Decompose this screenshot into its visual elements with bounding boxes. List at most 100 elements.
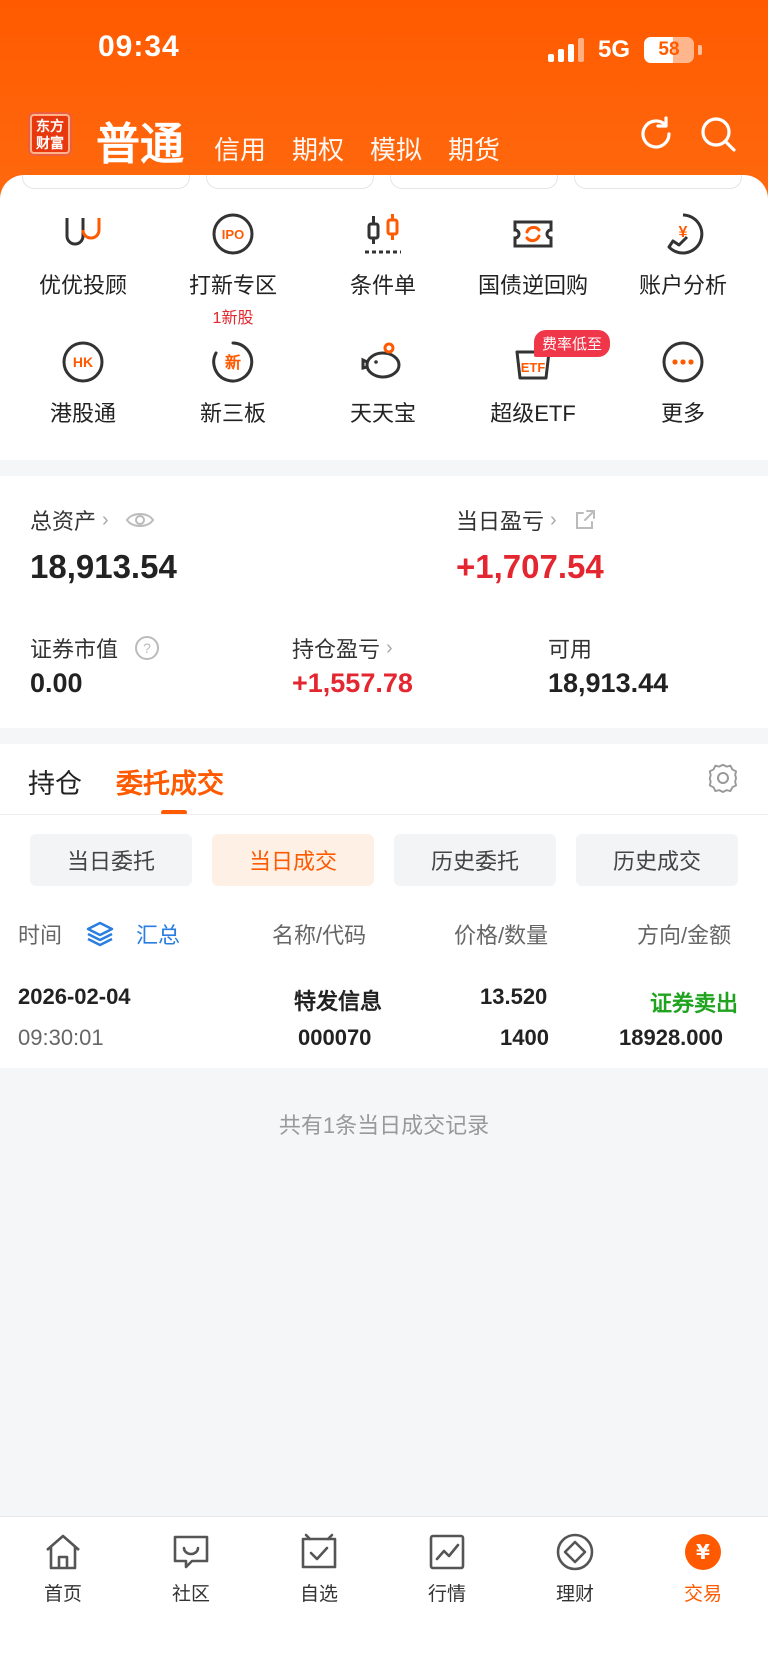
market-chart-icon [429, 1534, 465, 1570]
trade-amount: 18928.000 [619, 1025, 723, 1050]
watchlist-icon [301, 1533, 337, 1569]
filter-today-trades[interactable]: 当日成交 [212, 834, 374, 886]
new-board-icon: 新 [212, 341, 254, 383]
home-icon [46, 1534, 80, 1570]
piggy-bank-icon [361, 342, 401, 379]
total-assets-text: 总资产 [30, 509, 97, 534]
divider [0, 814, 768, 815]
brand-logo[interactable]: 东方 财富 [28, 112, 72, 156]
advisor-icon [65, 218, 101, 246]
grid-item-tiantianbao[interactable]: 天天宝 [308, 338, 458, 428]
community-icon [173, 1535, 209, 1569]
ipo-icon: IPO [212, 213, 254, 255]
nav-wealth[interactable]: 理财 [525, 1531, 625, 1606]
filter-today-orders[interactable]: 当日委托 [30, 834, 192, 886]
nav-label: 首页 [43, 1584, 82, 1605]
nav-watchlist[interactable]: 自选 [269, 1531, 369, 1606]
col-time: 时间 [18, 923, 63, 948]
available-value: 18,913.44 [548, 668, 669, 698]
grid-item-account-analysis[interactable]: ¥ 账户分析 [608, 210, 758, 300]
grid-item-ipo[interactable]: IPO 打新专区 1新股 [158, 210, 308, 328]
col-name-code: 名称/代码 [272, 923, 367, 948]
trade-time: 09:30:01 [18, 1025, 104, 1050]
nav-market[interactable]: 行情 [397, 1531, 497, 1606]
tab-credit[interactable]: 信用 [214, 130, 266, 167]
grid-label: 国债逆回购 [477, 273, 588, 298]
trade-date: 2026-02-04 [18, 984, 131, 1009]
nav-label: 理财 [555, 1584, 594, 1605]
summary-link[interactable]: 汇总 [136, 918, 180, 950]
eye-icon[interactable] [125, 509, 155, 531]
grid-item-more[interactable]: 更多 [608, 338, 758, 428]
nav-label: 社区 [171, 1584, 210, 1605]
tab-positions[interactable]: 持仓 [28, 762, 82, 801]
status-time: 09:34 [98, 30, 180, 63]
grid-item-bond-repo[interactable]: 国债逆回购 [458, 210, 608, 300]
market-value-label[interactable]: 证券市值 ? [30, 632, 160, 664]
external-link-icon[interactable] [573, 508, 597, 532]
grid-item-new-third-board[interactable]: 新 新三板 [158, 338, 308, 428]
svg-text:ETF: ETF [521, 360, 546, 375]
signal-icon [547, 38, 584, 62]
account-tabs: 普通 信用 期权 模拟 期货 [96, 108, 500, 172]
svg-text:¥: ¥ [696, 1540, 710, 1564]
new-stock-count: 1新股 [212, 310, 254, 327]
nav-label: 交易 [683, 1584, 722, 1605]
fee-badge: 费率低至 [534, 330, 611, 357]
tab-simulation[interactable]: 模拟 [370, 130, 422, 167]
candlestick-icon [365, 214, 401, 254]
total-assets-value: 18,913.54 [30, 548, 177, 585]
grid-item-hk-connect[interactable]: HK 港股通 [8, 338, 158, 428]
trade-qty: 1400 [500, 1025, 549, 1050]
total-assets-label[interactable]: 总资产 › [30, 504, 155, 536]
grid-label: 港股通 [49, 401, 116, 426]
daily-pl-value: +1,707.54 [456, 548, 604, 585]
grid-item-advisor[interactable]: 优优投顾 [8, 210, 158, 300]
grid-label: 打新专区 [188, 273, 277, 298]
hk-icon: HK [62, 341, 104, 383]
bottom-nav: 首页 社区 自选 行情 理财 ¥ 交易 [0, 1516, 768, 1665]
stock-code: 000070 [298, 1025, 372, 1050]
trade-icon: ¥ [685, 1534, 721, 1570]
grid-label: 账户分析 [638, 273, 727, 298]
svg-text:¥: ¥ [679, 224, 688, 241]
help-icon[interactable]: ? [134, 635, 160, 661]
status-indicators: 5G 58 [547, 36, 702, 64]
filter-history-orders[interactable]: 历史委托 [394, 834, 556, 886]
tab-orders-trades[interactable]: 委托成交 [116, 762, 224, 801]
daily-pl-label[interactable]: 当日盈亏 › [456, 504, 597, 536]
collapsed-cards [0, 175, 768, 189]
grid-item-conditional-order[interactable]: 条件单 [308, 210, 458, 300]
tab-options[interactable]: 期权 [292, 130, 344, 167]
wealth-icon [556, 1533, 594, 1571]
nav-home[interactable]: 首页 [13, 1531, 113, 1606]
filter-history-trades[interactable]: 历史成交 [576, 834, 738, 886]
grid-label: 更多 [660, 401, 705, 426]
trade-side: 证券卖出 [650, 991, 739, 1016]
position-pl-label[interactable]: 持仓盈亏 › [292, 632, 393, 664]
trade-price: 13.520 [480, 984, 548, 1009]
position-pl-text: 持仓盈亏 [292, 637, 381, 662]
layers-icon[interactable] [86, 920, 114, 948]
bond-repo-icon [513, 220, 553, 248]
nav-community[interactable]: 社区 [141, 1531, 241, 1606]
svg-text:HK: HK [73, 354, 93, 370]
tab-normal[interactable]: 普通 [96, 108, 184, 172]
grid-label: 超级ETF [490, 401, 576, 426]
refresh-icon[interactable] [636, 114, 676, 154]
battery-level: 58 [658, 39, 680, 60]
svg-text:IPO: IPO [222, 227, 244, 242]
svg-text:?: ? [143, 640, 151, 656]
grid-label: 优优投顾 [38, 273, 127, 298]
nav-trade[interactable]: ¥ 交易 [653, 1531, 753, 1606]
nav-label: 行情 [427, 1584, 466, 1605]
settings-gear-icon[interactable] [706, 761, 740, 795]
search-icon[interactable] [698, 114, 738, 154]
grid-label: 新三板 [199, 401, 266, 426]
tab-futures[interactable]: 期货 [448, 130, 500, 167]
record-count: 共有1条当日成交记录 [278, 1113, 490, 1138]
chevron-right-icon: › [102, 508, 109, 531]
battery-icon: 58 [644, 37, 694, 63]
stock-name: 特发信息 [294, 989, 383, 1014]
market-value-text: 证券市值 [30, 637, 119, 662]
